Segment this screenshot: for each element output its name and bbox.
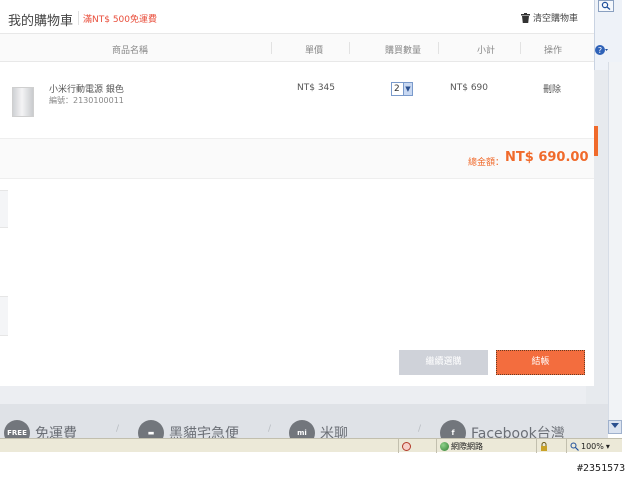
footer-divider: / — [268, 424, 272, 434]
image-watermark: #2351573 — [577, 463, 626, 474]
security-zone-cell[interactable]: 網際網路 — [436, 439, 534, 453]
service-label: 黑貓宅急便 — [169, 426, 239, 438]
service-facebook[interactable]: f Facebook台灣 — [440, 420, 565, 438]
left-edge-panel — [0, 296, 8, 336]
column-divider — [438, 42, 439, 54]
browser-search-button[interactable] — [598, 0, 614, 12]
column-subtotal: 小計 — [477, 46, 496, 56]
continue-shopping-button[interactable]: 繼續選購 — [399, 350, 488, 375]
product-subtotal: NT$ 690 — [450, 83, 488, 93]
scroll-down-button[interactable] — [608, 420, 622, 434]
cart-total-bar: 總金額： NT$ 690.00 — [0, 139, 594, 179]
browser-status-bar: 網際網路 100% ▾ — [0, 438, 622, 453]
left-edge-panel — [0, 190, 8, 228]
cart-title: 我的購物車 — [8, 14, 74, 29]
popup-blocker-icon — [402, 441, 411, 451]
quantity-value: 2 — [394, 84, 400, 94]
footer-divider: / — [116, 424, 120, 434]
lock-icon — [541, 441, 547, 451]
trash-icon — [520, 12, 530, 23]
service-mi-talk[interactable]: mi 米聊 — [289, 420, 348, 438]
scroll-down-arrow-icon — [611, 423, 619, 428]
header-divider — [78, 11, 79, 25]
column-product-name: 商品名稱 — [112, 46, 149, 56]
quantity-select[interactable]: 2 ▼ — [391, 82, 413, 96]
chevron-down-icon[interactable]: ▼ — [403, 83, 412, 95]
product-thumbnail[interactable] — [12, 87, 34, 117]
free-shipping-icon: FREE — [4, 420, 30, 438]
product-name[interactable]: 小米行動電源 銀色 — [49, 82, 124, 95]
cart-item-row: 小米行動電源 銀色 編號：2130100011 NT$ 345 2 ▼ NT$ … — [0, 63, 594, 139]
total-value: NT$ 690.00 — [505, 150, 589, 165]
footer-divider: / — [418, 424, 422, 434]
service-label: 免運費 — [35, 426, 77, 438]
column-unit-price: 單價 — [305, 46, 324, 56]
zoom-level-value: 100% — [581, 441, 604, 451]
column-action: 操作 — [544, 46, 563, 56]
cart-modal: 我的購物車 滿NT$ 500免運費 清空購物車 商品名稱 單價 購買數量 小計 … — [0, 0, 594, 386]
service-free-shipping[interactable]: FREE 免運費 — [4, 420, 77, 438]
help-icon: ? — [595, 45, 608, 55]
svg-text:?: ? — [598, 46, 602, 55]
column-divider — [349, 42, 350, 54]
mi-icon: mi — [289, 420, 315, 438]
product-code: 編號：2130100011 — [49, 96, 124, 105]
globe-icon — [440, 441, 449, 451]
clear-cart-button[interactable]: 清空購物車 — [520, 11, 578, 24]
cart-column-header: 商品名稱 單價 購買數量 小計 操作 — [0, 34, 594, 62]
checkout-button[interactable]: 結帳 — [496, 350, 585, 375]
cart-header: 我的購物車 滿NT$ 500免運費 清空購物車 — [0, 0, 594, 34]
service-black-cat[interactable]: ▬ 黑貓宅急便 — [138, 420, 239, 438]
clear-cart-label: 清空購物車 — [532, 14, 578, 24]
free-shipping-promo: 滿NT$ 500免運費 — [83, 15, 157, 25]
facebook-icon: f — [440, 420, 466, 438]
column-divider — [520, 42, 521, 54]
product-unit-price: NT$ 345 — [297, 83, 335, 93]
total-label: 總金額： — [468, 158, 505, 168]
protected-mode-cell[interactable] — [536, 439, 564, 453]
column-divider — [271, 42, 272, 54]
vertical-scrollbar[interactable] — [608, 62, 622, 422]
column-quantity: 購買數量 — [385, 46, 422, 56]
browser-help-button[interactable]: ? — [594, 44, 612, 60]
security-zone-label: 網際網路 — [451, 441, 483, 451]
zoom-level-control[interactable]: 100% ▾ — [566, 439, 622, 453]
service-label: 米聊 — [320, 426, 348, 438]
chevron-down-icon[interactable]: ▾ — [606, 440, 610, 453]
search-icon — [601, 1, 611, 10]
popup-blocker-cell[interactable] — [398, 439, 434, 453]
side-tab-marker — [594, 126, 598, 156]
service-label: Facebook台灣 — [471, 426, 565, 438]
delete-item-button[interactable]: 刪除 — [543, 82, 561, 95]
footer-services-strip: FREE 免運費 / ▬ 黑貓宅急便 / mi 米聊 / f Facebook台… — [0, 404, 608, 438]
zoom-icon — [570, 442, 579, 451]
truck-icon: ▬ — [138, 420, 164, 438]
